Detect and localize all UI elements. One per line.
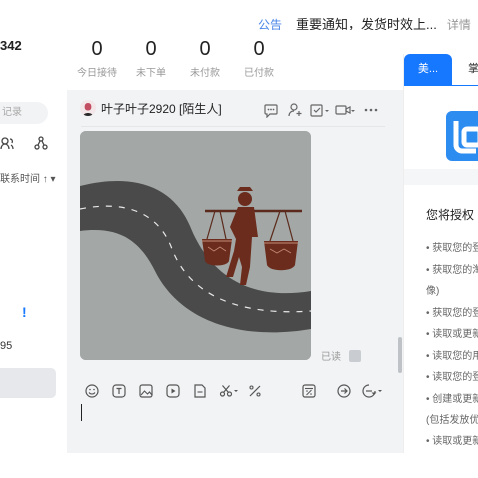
permission-item: • 读取您的用 [426, 351, 478, 362]
permission-item: • 获取您的登 [426, 243, 478, 254]
tab-app-2[interactable]: 掌... [456, 54, 478, 85]
notice-text[interactable]: 重要通知，发货时效上... [296, 17, 437, 30]
tab-underline [404, 85, 478, 86]
video-message-icon[interactable] [166, 384, 180, 398]
divider-band [404, 169, 478, 185]
auth-title: 您将授权 美 [426, 208, 478, 222]
permission-item: • 获取您的淘 [426, 265, 478, 276]
stat-not-ordered[interactable]: 0 未下单 [121, 38, 181, 79]
more-icon[interactable] [363, 102, 379, 118]
chat-user-name: 叶子叶子2920 [陌生人] [101, 102, 222, 116]
app-logo-glyph [453, 121, 478, 154]
stat-value: 0 [199, 38, 211, 60]
stat-paid[interactable]: 0 已付款 [229, 38, 289, 79]
forward-icon[interactable] [337, 384, 351, 398]
notice-link[interactable]: 详情 [447, 18, 471, 30]
notice-tag: 公告 [258, 18, 283, 30]
conversation-count: 95 [0, 340, 13, 352]
chat-scrollbar[interactable] [398, 337, 402, 373]
emoji-icon[interactable] [85, 384, 99, 398]
stat-label: 已付款 [244, 68, 274, 79]
stat-label: 未付款 [190, 68, 220, 79]
notice-bar[interactable]: 公告 重要通知，发货时效上... 详情 [258, 14, 478, 30]
app-window: 342 公告 重要通知，发货时效上... 详情 0 今日接待 0 未下单 0 未付款… [0, 0, 478, 478]
stat-label: 未下单 [136, 68, 166, 79]
permission-item: • 读取或更新 [426, 329, 478, 340]
chat-icon[interactable] [263, 102, 279, 118]
chat-header: 叶子叶子2920 [陌生人] [67, 90, 403, 128]
chat-image-message[interactable] [80, 131, 311, 360]
app-logo-icon [446, 111, 478, 161]
right-panel: 美... 掌... 您将授权 美 • 获取您的登 • 获取您的淘 像) • 获取… [403, 54, 478, 453]
permission-item: • 创建或更新 [426, 394, 478, 405]
permission-item: • 获取您的登 [426, 308, 478, 319]
conversation-sidebar: 记录 联系时间 ↑ ▾ ! 95 [0, 90, 67, 453]
selected-conversation[interactable] [0, 368, 56, 398]
text-icon[interactable] [112, 384, 126, 398]
file-icon[interactable] [193, 384, 207, 398]
permission-item: • 读取您的登 [426, 372, 478, 383]
avatar-icon [80, 100, 96, 116]
add-contact-icon[interactable] [287, 102, 303, 118]
shop-id: 342 [0, 38, 22, 53]
sort-by-contact-time[interactable]: 联系时间 ↑ ▾ [0, 170, 56, 185]
stat-unpaid[interactable]: 0 未付款 [175, 38, 235, 79]
screenshot-icon[interactable] [219, 384, 239, 398]
alert-icon: ! [22, 304, 27, 320]
video-icon[interactable] [335, 102, 357, 118]
checklist-icon[interactable] [309, 102, 331, 118]
chat-panel: 叶子叶子2920 [陌生人] 已读 [67, 90, 403, 453]
group-icon[interactable] [34, 136, 48, 150]
discount-icon[interactable] [248, 384, 262, 398]
avatar[interactable] [80, 100, 96, 116]
search-input[interactable]: 记录 [0, 102, 48, 124]
stat-today-received[interactable]: 0 今日接待 [67, 38, 127, 79]
coupon-icon[interactable] [302, 384, 316, 398]
permission-item: 像) [426, 286, 440, 297]
image-icon[interactable] [139, 384, 153, 398]
contacts-icon[interactable] [0, 136, 14, 150]
sort-label: 联系时间 [0, 174, 40, 185]
message-more-icon[interactable] [349, 350, 361, 362]
porter-on-road-icon [80, 131, 311, 360]
read-status: 已读 [321, 352, 341, 363]
sort-arrow-icon: ↑ ▾ [42, 174, 56, 185]
quick-reply-icon[interactable] [362, 384, 384, 398]
stat-value: 0 [91, 38, 103, 60]
permission-item: • 读取或更新 [426, 436, 478, 447]
stat-label: 今日接待 [77, 68, 117, 79]
tab-app-1[interactable]: 美... [404, 54, 452, 85]
stat-value: 0 [145, 38, 157, 60]
bottom-blank [0, 453, 478, 478]
stat-value: 0 [253, 38, 265, 60]
permission-item: (包括发放优惠 [426, 415, 478, 426]
header-divider [81, 126, 385, 127]
message-input[interactable] [81, 404, 82, 421]
